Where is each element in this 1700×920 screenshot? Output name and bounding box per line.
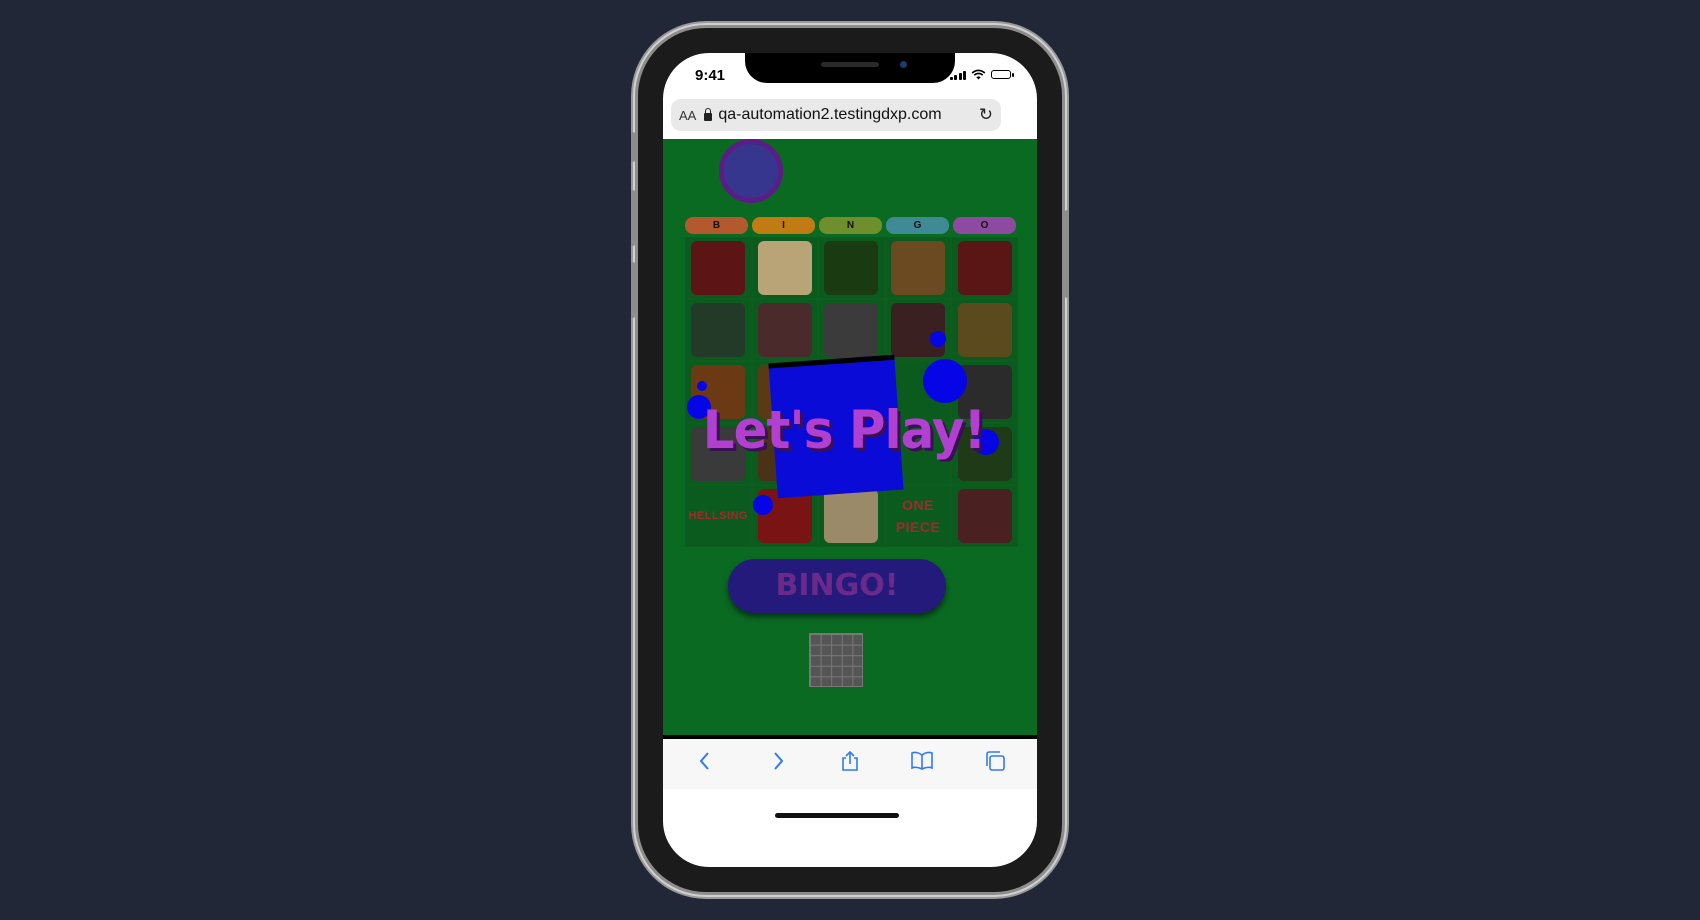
soda-can-image <box>757 241 812 295</box>
share-icon[interactable] <box>830 750 870 778</box>
bingo-letter-g: G <box>886 217 949 234</box>
bingo-cell[interactable] <box>884 299 952 361</box>
green-leaf-image <box>824 241 879 295</box>
mini-card-preview <box>809 633 863 687</box>
volume-down-button <box>631 262 635 318</box>
bingo-letter-b: B <box>685 217 748 234</box>
phone-screen: 9:41 AA qa-automation2.testingdxp.com ↻ <box>663 53 1037 867</box>
lock-icon <box>704 108 713 121</box>
bingo-cell[interactable] <box>818 299 885 361</box>
lets-play-title: Let's Play! <box>702 399 987 461</box>
bingo-cell[interactable] <box>685 299 752 361</box>
bingo-letter-i: I <box>752 217 815 234</box>
bingo-letter-n: N <box>819 217 882 234</box>
address-bar[interactable]: AA qa-automation2.testingdxp.com ↻ <box>671 99 1001 131</box>
bingo-cell[interactable]: HELLSING <box>685 485 752 547</box>
battery-icon <box>991 70 1014 79</box>
speaker <box>821 62 879 67</box>
luffy-image <box>757 303 812 357</box>
home-indicator <box>775 813 899 818</box>
gta-san-andreas-logo-image <box>824 303 879 357</box>
masked-character-image <box>691 303 746 357</box>
bingo-letter-o: O <box>953 217 1016 234</box>
cell-label: HELLSING <box>688 510 749 522</box>
bingo-cell[interactable] <box>884 237 952 299</box>
phone-frame: 9:41 AA qa-automation2.testingdxp.com ↻ <box>631 28 1069 892</box>
mute-switch <box>631 132 635 162</box>
status-time: 9:41 <box>695 67 726 84</box>
hellsing-character-image <box>691 241 746 295</box>
bingo-cell[interactable] <box>951 485 1018 547</box>
luffy-running-image <box>957 489 1012 543</box>
bingo-cell[interactable] <box>951 299 1018 361</box>
power-button <box>1065 210 1069 298</box>
bookmarks-icon[interactable] <box>902 751 942 777</box>
text-size-button[interactable]: AA <box>679 108 696 123</box>
paint-splash <box>930 331 946 347</box>
straw-hat-luffy-image <box>957 303 1012 357</box>
reload-icon[interactable]: ↻ <box>979 105 993 125</box>
bingo-cell[interactable] <box>818 237 885 299</box>
front-camera <box>900 61 907 68</box>
bingo-cell[interactable] <box>951 237 1018 299</box>
paint-splash <box>697 381 707 391</box>
player-avatar[interactable] <box>719 139 783 203</box>
bingo-cell[interactable] <box>751 237 819 299</box>
notch <box>745 53 955 83</box>
paint-splash <box>923 359 967 403</box>
bingo-cell[interactable] <box>751 299 819 361</box>
red-character-image <box>957 241 1012 295</box>
cell-label: ONE PIECE <box>895 497 941 535</box>
pepsi-bottle-image <box>891 303 946 357</box>
bingo-cell[interactable]: ONE PIECE <box>884 485 952 547</box>
volume-up-button <box>631 190 635 246</box>
bingo-header: BINGO <box>685 217 1016 234</box>
web-page: BINGO HELLSING ONE PIECE Let's Play! BING… <box>663 139 1037 735</box>
browser-toolbar <box>663 739 1037 789</box>
tabs-icon[interactable] <box>975 750 1015 778</box>
paint-splash <box>753 495 773 515</box>
one-piece-crew-image <box>891 241 946 295</box>
cola-can-image <box>824 489 879 543</box>
wifi-icon <box>971 69 986 80</box>
url-text[interactable]: qa-automation2.testingdxp.com <box>718 106 978 124</box>
back-icon[interactable] <box>685 751 725 777</box>
bingo-cell[interactable] <box>685 237 752 299</box>
status-icons <box>949 69 1014 80</box>
bingo-button[interactable]: BINGO! <box>728 559 946 613</box>
forward-icon[interactable] <box>758 751 798 777</box>
